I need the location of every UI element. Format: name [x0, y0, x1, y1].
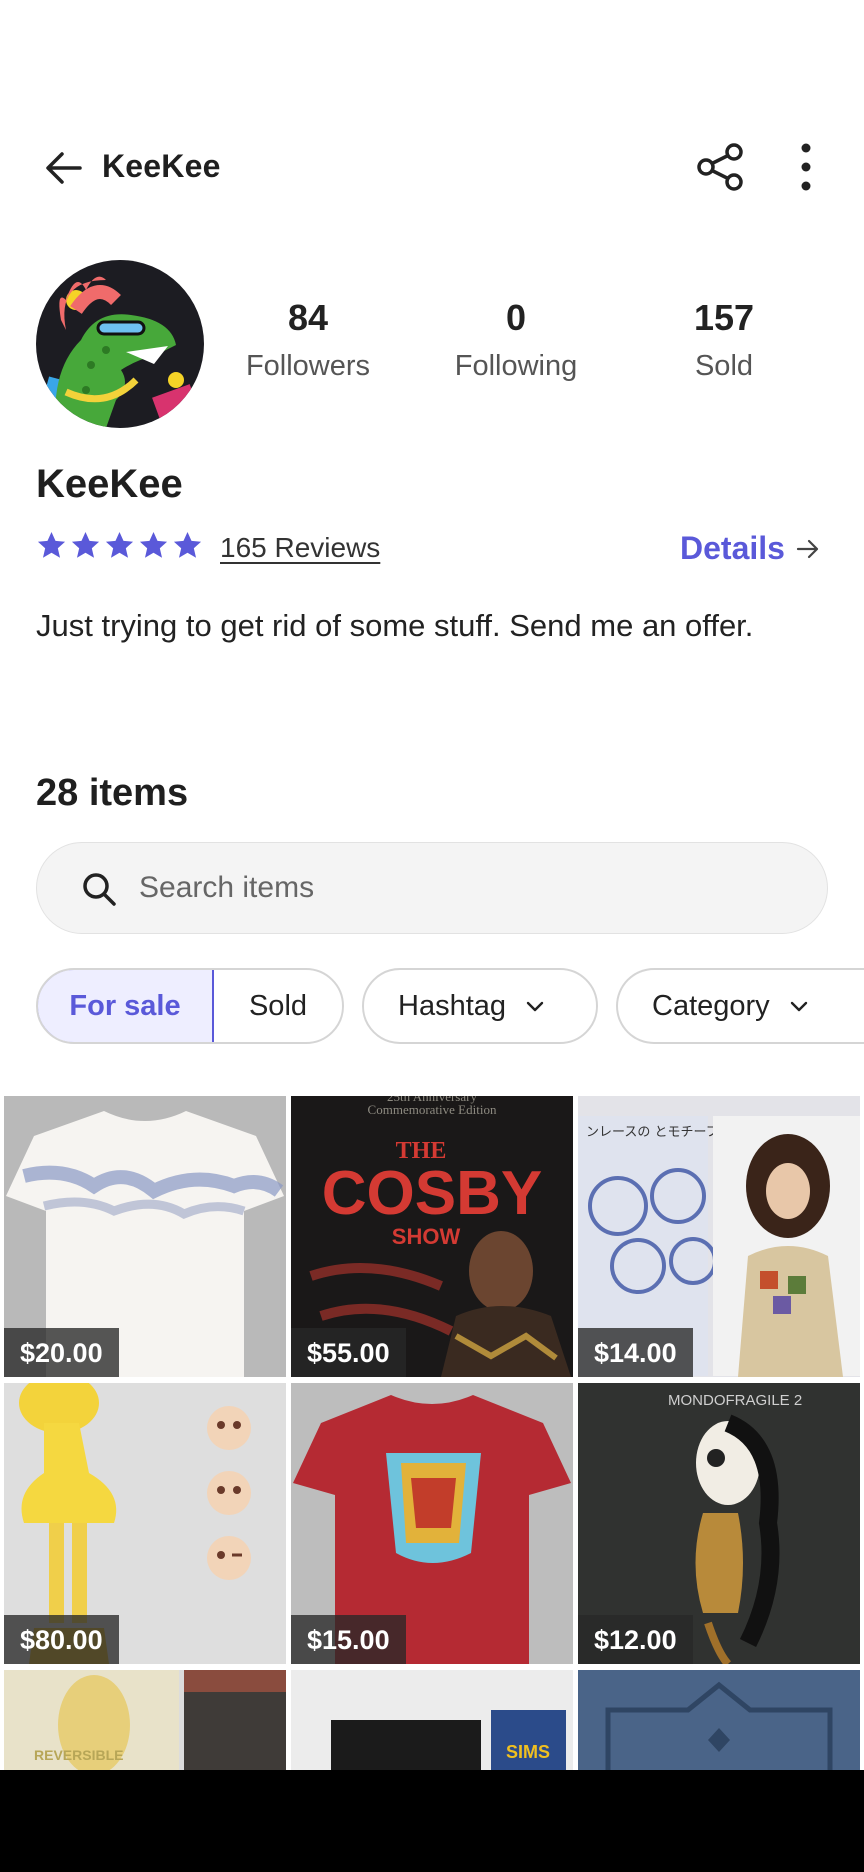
filter-bar: For sale Sold Hashtag Category [0, 968, 864, 1044]
reversible-text: REVERSIBLE [34, 1747, 123, 1763]
star-icon [71, 531, 100, 558]
search-input[interactable] [139, 843, 799, 933]
avatar[interactable] [36, 260, 204, 428]
reviews-link[interactable]: 165 Reviews [220, 532, 380, 564]
item-tile[interactable]: MONDOFRAGILE 2 $12.00 [578, 1383, 860, 1664]
item-tile[interactable]: $20.00 [4, 1096, 286, 1377]
item-price: $15.00 [291, 1615, 406, 1664]
chevron-down-icon [526, 1001, 544, 1012]
cosby-show-text: SHOW [392, 1224, 461, 1249]
hashtag-filter[interactable]: Hashtag [362, 968, 598, 1044]
games-thumbnail: SIMS [291, 1670, 573, 1770]
for-sale-tab[interactable]: For sale [38, 970, 214, 1042]
status-toggle: For sale Sold [36, 968, 344, 1044]
following-stat[interactable]: 0 Following [431, 290, 601, 386]
star-icon [139, 531, 168, 558]
more-vertical-icon[interactable] [786, 140, 826, 194]
following-label: Following [454, 350, 578, 382]
top-bar: KeeKee [0, 120, 864, 216]
item-price: $80.00 [4, 1615, 119, 1664]
followers-stat[interactable]: 84 Followers [223, 290, 393, 386]
followers-count: 84 [287, 297, 329, 338]
cosby-title-text: COSBY [322, 1159, 542, 1228]
star-icon [37, 531, 66, 558]
details-link[interactable]: Details [680, 530, 821, 567]
sold-stat: 157 Sold [639, 290, 809, 386]
blue-book-thumbnail [578, 1670, 860, 1770]
art-book-title: MONDOFRAGILE 2 [668, 1392, 802, 1409]
item-tile[interactable]: $15.00 [291, 1383, 573, 1664]
item-price: $20.00 [4, 1328, 119, 1377]
cosby-sub-text: Commemorative Edition [368, 1102, 497, 1117]
category-filter[interactable]: Category [616, 968, 864, 1044]
item-tile[interactable]: 25th Anniversary Commemorative Edition T… [291, 1096, 573, 1377]
item-tile[interactable]: REVERSIBLE [4, 1670, 286, 1770]
sold-count: 157 [693, 297, 755, 338]
item-price: $12.00 [578, 1615, 693, 1664]
following-count: 0 [505, 297, 527, 338]
sold-label: Sold [694, 350, 754, 382]
category-label: Category [652, 989, 770, 1022]
details-label: Details [680, 530, 785, 566]
reversible-thumbnail: REVERSIBLE [4, 1670, 286, 1770]
system-nav-bar [0, 1770, 864, 1872]
hashtag-label: Hashtag [398, 989, 507, 1022]
star-icon [173, 531, 202, 558]
item-tile[interactable]: ンレースの とモチーフ $14.00 [578, 1096, 860, 1377]
arrow-left-icon[interactable] [40, 144, 88, 192]
arrow-right-icon [796, 539, 819, 558]
item-price: $55.00 [291, 1328, 406, 1377]
page-title: KeeKee [102, 148, 221, 184]
search-icon [83, 873, 116, 906]
rating-stars [36, 530, 203, 570]
followers-label: Followers [245, 350, 371, 382]
item-price: $14.00 [578, 1328, 693, 1377]
item-tile[interactable] [578, 1670, 860, 1770]
chevron-down-icon [790, 1001, 807, 1012]
star-icon [105, 531, 134, 558]
items-count: 28 items [36, 772, 189, 814]
item-tile[interactable]: $80.00 [4, 1383, 286, 1664]
profile-name: KeeKee [36, 462, 183, 506]
sold-tab[interactable]: Sold [214, 970, 342, 1042]
search-bar[interactable] [36, 842, 828, 934]
lace-title-text: ンレースの とモチーフ [586, 1125, 719, 1140]
share-icon[interactable] [694, 140, 748, 194]
sims-text: SIMS [506, 1742, 550, 1762]
profile-bio: Just trying to get rid of some stuff. Se… [36, 608, 754, 643]
item-tile[interactable]: SIMS [291, 1670, 573, 1770]
